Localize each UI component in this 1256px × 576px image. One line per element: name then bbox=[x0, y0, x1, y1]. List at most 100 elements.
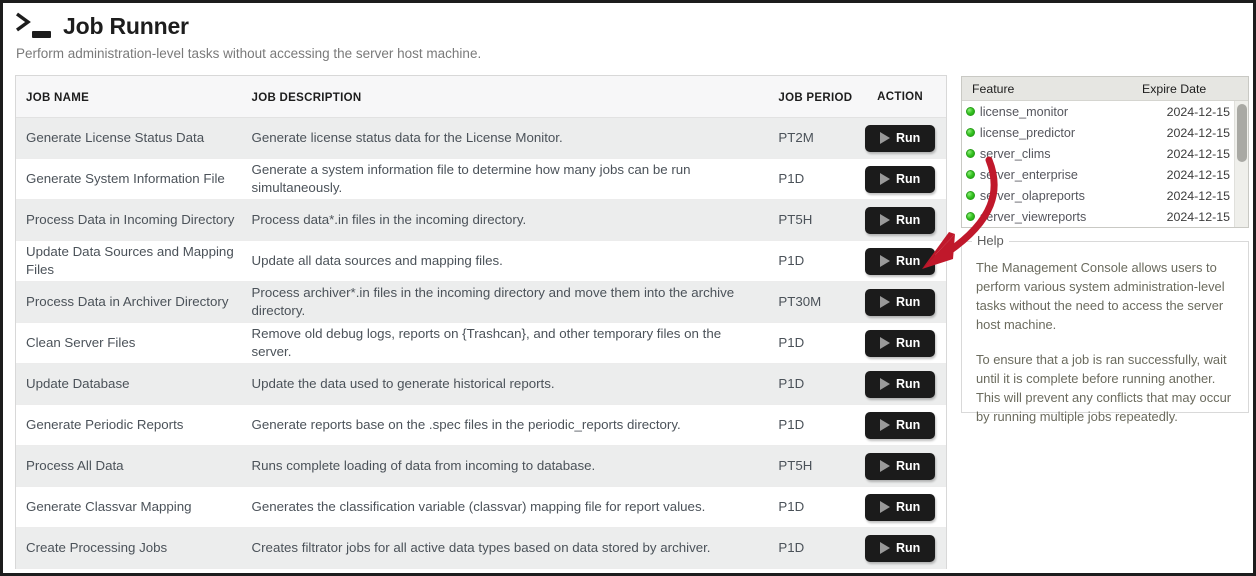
job-name-cell: Process Data in Archiver Directory bbox=[26, 294, 228, 309]
job-description-cell: Generates the classification variable (c… bbox=[252, 499, 706, 514]
run-button[interactable]: Run bbox=[865, 412, 935, 439]
column-header-job-period: JOB PERIOD bbox=[778, 92, 852, 104]
run-button[interactable]: Run bbox=[865, 125, 935, 152]
column-header-action: ACTION bbox=[877, 91, 923, 103]
run-button-label: Run bbox=[896, 172, 920, 186]
run-button-label: Run bbox=[896, 418, 920, 432]
play-icon bbox=[880, 132, 890, 144]
job-period-cell: P1D bbox=[778, 335, 804, 350]
column-header-expire-date: Expire Date bbox=[1142, 82, 1248, 96]
play-icon bbox=[880, 173, 890, 185]
help-panel-legend: Help bbox=[972, 233, 1009, 248]
run-button[interactable]: Run bbox=[865, 330, 935, 357]
run-button-label: Run bbox=[896, 541, 920, 555]
job-name-cell: Clean Server Files bbox=[26, 335, 135, 350]
job-name-cell: Generate System Information File bbox=[26, 171, 225, 186]
run-button[interactable]: Run bbox=[865, 248, 935, 275]
job-name-cell: Update Database bbox=[26, 376, 130, 391]
table-row: Generate License Status Data Generate lic… bbox=[16, 118, 946, 159]
column-header-feature: Feature bbox=[962, 82, 1142, 96]
run-button[interactable]: Run bbox=[865, 166, 935, 193]
job-period-cell: P1D bbox=[778, 171, 804, 186]
run-button[interactable]: Run bbox=[865, 289, 935, 316]
job-name-cell: Generate License Status Data bbox=[26, 130, 204, 145]
table-row: Process Data in Incoming DirectoryProces… bbox=[16, 200, 946, 241]
job-name-cell: Process All Data bbox=[26, 458, 124, 473]
table-row: Update Data Sources and Mapping Files Upd… bbox=[16, 241, 946, 282]
job-description-cell: Update the data used to generate histori… bbox=[252, 376, 555, 391]
run-button[interactable]: Run bbox=[865, 371, 935, 398]
job-period-cell: P1D bbox=[778, 499, 804, 514]
table-row: Generate Classvar Mapping Generates the c… bbox=[16, 487, 946, 528]
title-row: Job Runner bbox=[15, 9, 955, 43]
play-icon bbox=[880, 378, 890, 390]
feature-list: license_monitor2024-12-15license_predict… bbox=[962, 101, 1248, 227]
run-button-label: Run bbox=[896, 459, 920, 473]
run-button-label: Run bbox=[896, 213, 920, 227]
job-description-cell: Process data*.in files in the incoming d… bbox=[252, 212, 527, 227]
run-button-label: Run bbox=[896, 131, 920, 145]
green-status-dot-icon bbox=[962, 128, 980, 137]
run-button[interactable]: Run bbox=[865, 494, 935, 521]
feature-expire-date: 2024-12-15 bbox=[1145, 105, 1248, 119]
feature-list-item: server_clims2024-12-15 bbox=[962, 143, 1248, 164]
jobs-table-body: Generate License Status Data Generate lic… bbox=[16, 118, 946, 569]
run-button-label: Run bbox=[896, 254, 920, 268]
play-icon bbox=[880, 460, 890, 472]
job-runner-page: Job Runner Perform administration-level … bbox=[0, 0, 1256, 576]
green-status-dot-icon bbox=[962, 149, 980, 158]
page-header: Job Runner Perform administration-level … bbox=[15, 9, 955, 61]
table-row: Process Data in Archiver Directory Proces… bbox=[16, 282, 946, 323]
job-period-cell: PT30M bbox=[778, 294, 821, 309]
help-paragraph-1: The Management Console allows users to p… bbox=[976, 258, 1234, 334]
page-title: Job Runner bbox=[63, 13, 189, 40]
feature-list-item: server_enterprise2024-12-15 bbox=[962, 164, 1248, 185]
job-description-cell: Generate license status data for the Lic… bbox=[252, 130, 563, 145]
feature-name: license_monitor bbox=[980, 105, 1145, 119]
feature-list-item: license_predictor2024-12-15 bbox=[962, 122, 1248, 143]
page-subtitle: Perform administration-level tasks witho… bbox=[16, 46, 955, 61]
feature-list-item: server_olapreports2024-12-15 bbox=[962, 185, 1248, 206]
run-button[interactable]: Run bbox=[865, 535, 935, 562]
feature-list-scrollbar[interactable] bbox=[1234, 101, 1248, 228]
table-header-row: JOB NAME JOB DESCRIPTION JOB PERIOD ACTI… bbox=[16, 76, 946, 118]
run-button[interactable]: Run bbox=[865, 207, 935, 234]
run-button-label: Run bbox=[896, 336, 920, 350]
feature-name: license_predictor bbox=[980, 126, 1145, 140]
feature-expire-date: 2024-12-15 bbox=[1145, 147, 1248, 161]
job-description-cell: Generate reports base on the .spec files… bbox=[252, 417, 681, 432]
job-period-cell: PT5H bbox=[778, 212, 812, 227]
feature-list-item: license_monitor2024-12-15 bbox=[962, 101, 1248, 122]
feature-list-item: server_viewreports2024-12-15 bbox=[962, 206, 1248, 227]
help-paragraph-2: To ensure that a job is ran successfully… bbox=[976, 350, 1234, 426]
play-icon bbox=[880, 419, 890, 431]
feature-expire-date: 2024-12-15 bbox=[1145, 126, 1248, 140]
run-button[interactable]: Run bbox=[865, 453, 935, 480]
job-name-cell: Update Data Sources and Mapping Files bbox=[26, 244, 234, 277]
job-period-cell: PT5H bbox=[778, 458, 812, 473]
job-name-cell: Generate Classvar Mapping bbox=[26, 499, 192, 514]
feature-table-header: Feature Expire Date bbox=[962, 77, 1248, 101]
feature-list-scrollbar-thumb[interactable] bbox=[1237, 104, 1247, 162]
green-status-dot-icon bbox=[962, 107, 980, 116]
help-panel: Help The Management Console allows users… bbox=[961, 241, 1249, 413]
job-description-cell: Runs complete loading of data from incom… bbox=[252, 458, 596, 473]
feature-name: server_viewreports bbox=[980, 210, 1145, 224]
jobs-table: JOB NAME JOB DESCRIPTION JOB PERIOD ACTI… bbox=[15, 75, 947, 569]
green-status-dot-icon bbox=[962, 212, 980, 221]
job-description-cell: Generate a system information file to de… bbox=[252, 162, 691, 195]
table-row: Update Database Update the data used to g… bbox=[16, 364, 946, 405]
job-description-cell: Remove old debug logs, reports on {Trash… bbox=[252, 326, 722, 359]
terminal-cursor-bar bbox=[32, 31, 51, 38]
job-period-cell: PT2M bbox=[778, 130, 813, 145]
green-status-dot-icon bbox=[962, 170, 980, 179]
job-description-cell: Creates filtrator jobs for all active da… bbox=[252, 540, 711, 555]
job-name-cell: Create Processing Jobs bbox=[26, 540, 167, 555]
job-period-cell: P1D bbox=[778, 253, 804, 268]
job-period-cell: P1D bbox=[778, 376, 804, 391]
feature-expire-date: 2024-12-15 bbox=[1145, 189, 1248, 203]
job-description-cell: Update all data sources and mapping file… bbox=[252, 253, 503, 268]
job-description-cell: Process archiver*.in files in the incomi… bbox=[252, 285, 735, 318]
green-status-dot-icon bbox=[962, 191, 980, 200]
table-row: Create Processing Jobs Creates filtrator … bbox=[16, 528, 946, 569]
